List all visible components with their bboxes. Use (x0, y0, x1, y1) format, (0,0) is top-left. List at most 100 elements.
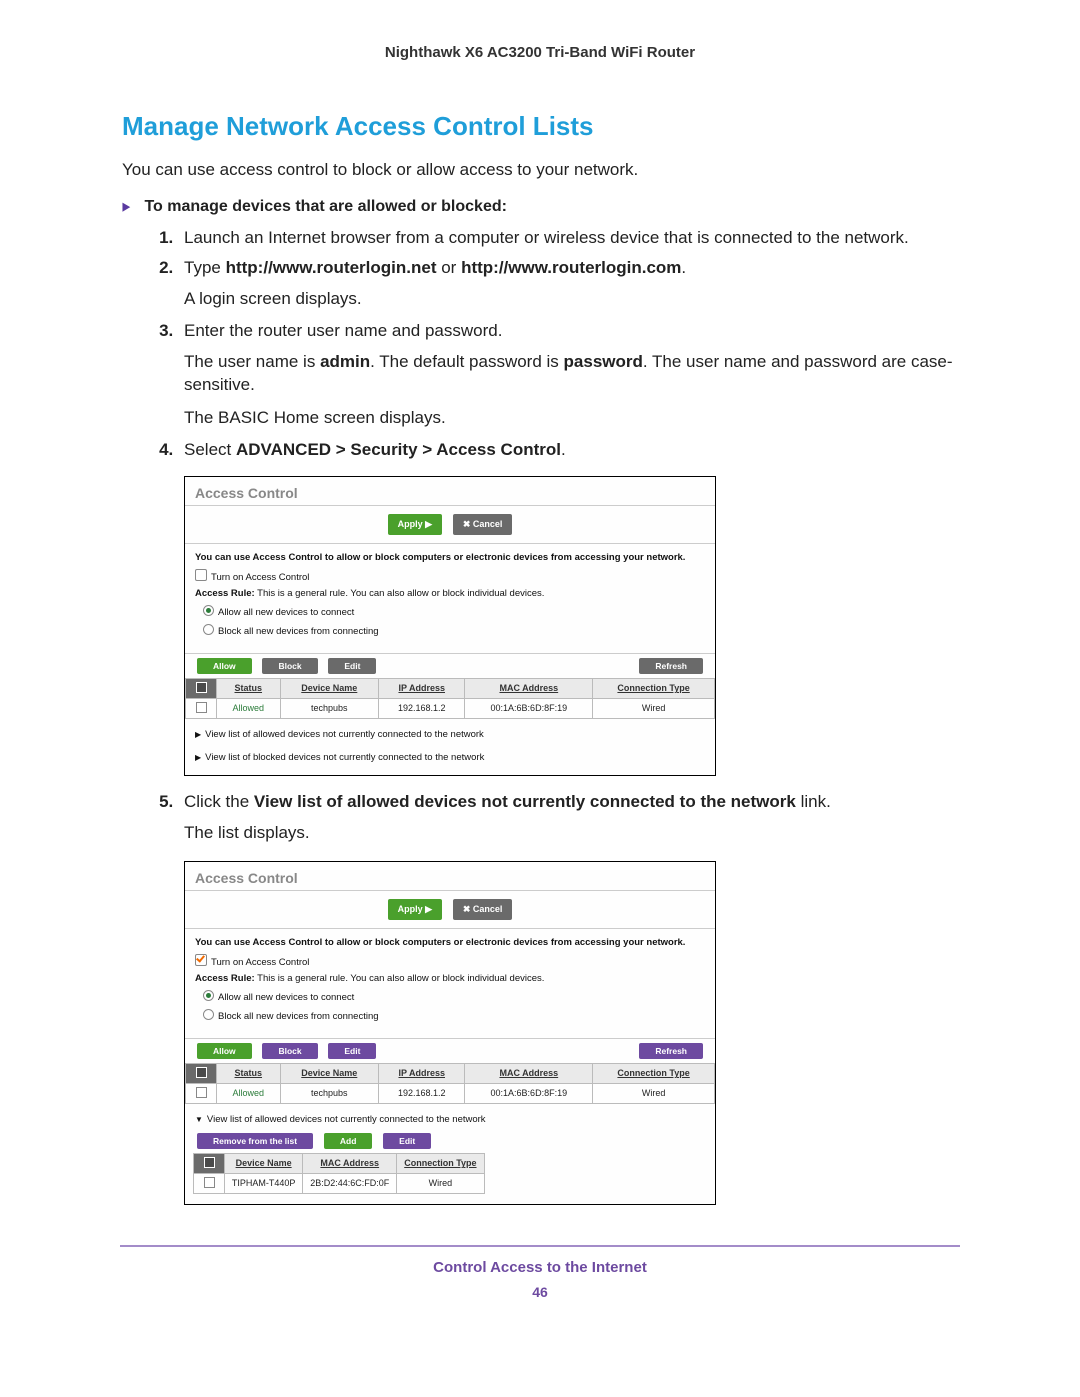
edit-button-2[interactable]: Edit (328, 1043, 376, 1059)
block-radio-2[interactable] (203, 1009, 214, 1020)
sub-mac: 2B:D2:44:6C:FD:0F (303, 1173, 397, 1193)
row-ip-2: 192.168.1.2 (379, 1083, 465, 1103)
col-device-name[interactable]: Device Name (280, 678, 379, 698)
row-status: Allowed (217, 698, 281, 718)
col-status-2[interactable]: Status (217, 1063, 281, 1083)
col-ip[interactable]: IP Address (379, 678, 465, 698)
device-table-2: Status Device Name IP Address MAC Addres… (185, 1063, 715, 1104)
step-4-path: ADVANCED > Security > Access Control (236, 440, 561, 459)
panel-desc: You can use Access Control to allow or b… (195, 552, 685, 563)
access-rule-desc: This is a general rule. You can also all… (255, 588, 545, 599)
block-radio-label: Block all new devices from connecting (218, 626, 379, 637)
cancel-button-2[interactable]: ✖ Cancel (453, 899, 513, 920)
apply-button[interactable]: Apply ▶ (388, 514, 442, 535)
step-3-result: The BASIC Home screen displays. (184, 407, 980, 430)
select-all-header-2[interactable] (186, 1063, 217, 1083)
select-all-header-3[interactable] (194, 1153, 225, 1173)
step-2-url-1: http://www.routerlogin.net (226, 258, 437, 277)
block-radio[interactable] (203, 624, 214, 635)
col-connection-2[interactable]: Connection Type (593, 1063, 715, 1083)
block-button[interactable]: Block (262, 658, 317, 674)
row-device-2: techpubs (280, 1083, 379, 1103)
step-2-end: . (681, 258, 686, 277)
allow-radio[interactable] (203, 605, 214, 616)
col-connection[interactable]: Connection Type (593, 678, 715, 698)
allow-button-2[interactable]: Allow (197, 1043, 252, 1059)
panel-desc-2: You can use Access Control to allow or b… (195, 937, 685, 948)
sub-conn: Wired (397, 1173, 484, 1193)
col-device-name-3[interactable]: Device Name (225, 1153, 303, 1173)
step-3-admin: admin (320, 352, 370, 371)
row-conn-2: Wired (593, 1083, 715, 1103)
step-2-url-2: http://www.routerlogin.com (461, 258, 681, 277)
col-connection-3[interactable]: Connection Type (397, 1153, 484, 1173)
turn-on-checkbox-2[interactable] (195, 954, 207, 966)
step-5-prefix: Click the (184, 792, 254, 811)
col-mac[interactable]: MAC Address (465, 678, 593, 698)
turn-on-checkbox[interactable] (195, 569, 207, 581)
row-checkbox-3[interactable] (204, 1177, 215, 1188)
doc-header: Nighthawk X6 AC3200 Tri-Band WiFi Router (100, 44, 980, 61)
access-control-panel-1: Access Control Apply ▶ ✖ Cancel You can … (184, 476, 716, 776)
step-5-link: View list of allowed devices not current… (254, 792, 796, 811)
step-3-password: password (564, 352, 643, 371)
page-number: 46 (100, 1284, 980, 1300)
turn-on-label: Turn on Access Control (211, 572, 309, 583)
intro-text: You can use access control to block or a… (122, 160, 980, 180)
step-3-text: Enter the router user name and password. (184, 321, 502, 340)
step-3-p1c: . The default password is (370, 352, 563, 371)
remove-button[interactable]: Remove from the list (197, 1133, 313, 1149)
disclosure-allowed[interactable]: View list of allowed devices not current… (185, 719, 715, 742)
edit-button-sub[interactable]: Edit (383, 1133, 431, 1149)
allow-radio-label: Allow all new devices to connect (218, 607, 354, 618)
allow-button[interactable]: Allow (197, 658, 252, 674)
sub-device: TIPHAM-T440P (225, 1173, 303, 1193)
block-radio-label-2: Block all new devices from connecting (218, 1011, 379, 1022)
allow-radio-2[interactable] (203, 990, 214, 1001)
step-4-end: . (561, 440, 566, 459)
footer-divider (120, 1245, 960, 1247)
select-all-header[interactable] (186, 678, 217, 698)
col-mac-3[interactable]: MAC Address (303, 1153, 397, 1173)
col-mac-2[interactable]: MAC Address (465, 1063, 593, 1083)
row-mac: 00:1A:6B:6D:8F:19 (465, 698, 593, 718)
row-mac-2: 00:1A:6B:6D:8F:19 (465, 1083, 593, 1103)
step-4-prefix: Select (184, 440, 236, 459)
step-2-prefix: Type (184, 258, 226, 277)
refresh-button[interactable]: Refresh (639, 658, 703, 674)
allowed-table: Device Name MAC Address Connection Type … (193, 1153, 485, 1194)
footer-text: Control Access to the Internet (100, 1259, 980, 1276)
procedure-heading: To manage devices that are allowed or bl… (122, 198, 980, 216)
access-rule-desc-2: This is a general rule. You can also all… (255, 973, 545, 984)
row-checkbox-2[interactable] (196, 1087, 207, 1098)
col-ip-2[interactable]: IP Address (379, 1063, 465, 1083)
table-row: TIPHAM-T440P 2B:D2:44:6C:FD:0F Wired (194, 1173, 485, 1193)
step-3-p1a: The user name is (184, 352, 320, 371)
step-2-result: A login screen displays. (184, 288, 980, 311)
apply-button-2[interactable]: Apply ▶ (388, 899, 442, 920)
allow-radio-label-2: Allow all new devices to connect (218, 992, 354, 1003)
row-device: techpubs (280, 698, 379, 718)
block-button-2[interactable]: Block (262, 1043, 317, 1059)
step-1-text: Launch an Internet browser from a comput… (184, 228, 909, 247)
step-5-end: link. (796, 792, 831, 811)
panel-title-2: Access Control (185, 862, 715, 890)
step-2-mid: or (437, 258, 462, 277)
col-status[interactable]: Status (217, 678, 281, 698)
table-row: Allowed techpubs 192.168.1.2 00:1A:6B:6D… (186, 698, 715, 718)
access-rule-label: Access Rule: (195, 588, 255, 599)
col-device-name-2[interactable]: Device Name (280, 1063, 379, 1083)
cancel-button[interactable]: ✖ Cancel (453, 514, 513, 535)
add-button[interactable]: Add (324, 1133, 373, 1149)
panel-title: Access Control (185, 477, 715, 505)
edit-button[interactable]: Edit (328, 658, 376, 674)
device-table: Status Device Name IP Address MAC Addres… (185, 678, 715, 719)
row-checkbox[interactable] (196, 702, 207, 713)
refresh-button-2[interactable]: Refresh (639, 1043, 703, 1059)
access-control-panel-2: Access Control Apply ▶ ✖ Cancel You can … (184, 861, 716, 1205)
disclosure-blocked[interactable]: View list of blocked devices not current… (185, 742, 715, 775)
row-conn: Wired (593, 698, 715, 718)
steps-list: Launch an Internet browser from a comput… (142, 228, 980, 1205)
disclosure-allowed-open[interactable]: View list of allowed devices not current… (185, 1104, 715, 1127)
step-5-result: The list displays. (184, 822, 980, 845)
